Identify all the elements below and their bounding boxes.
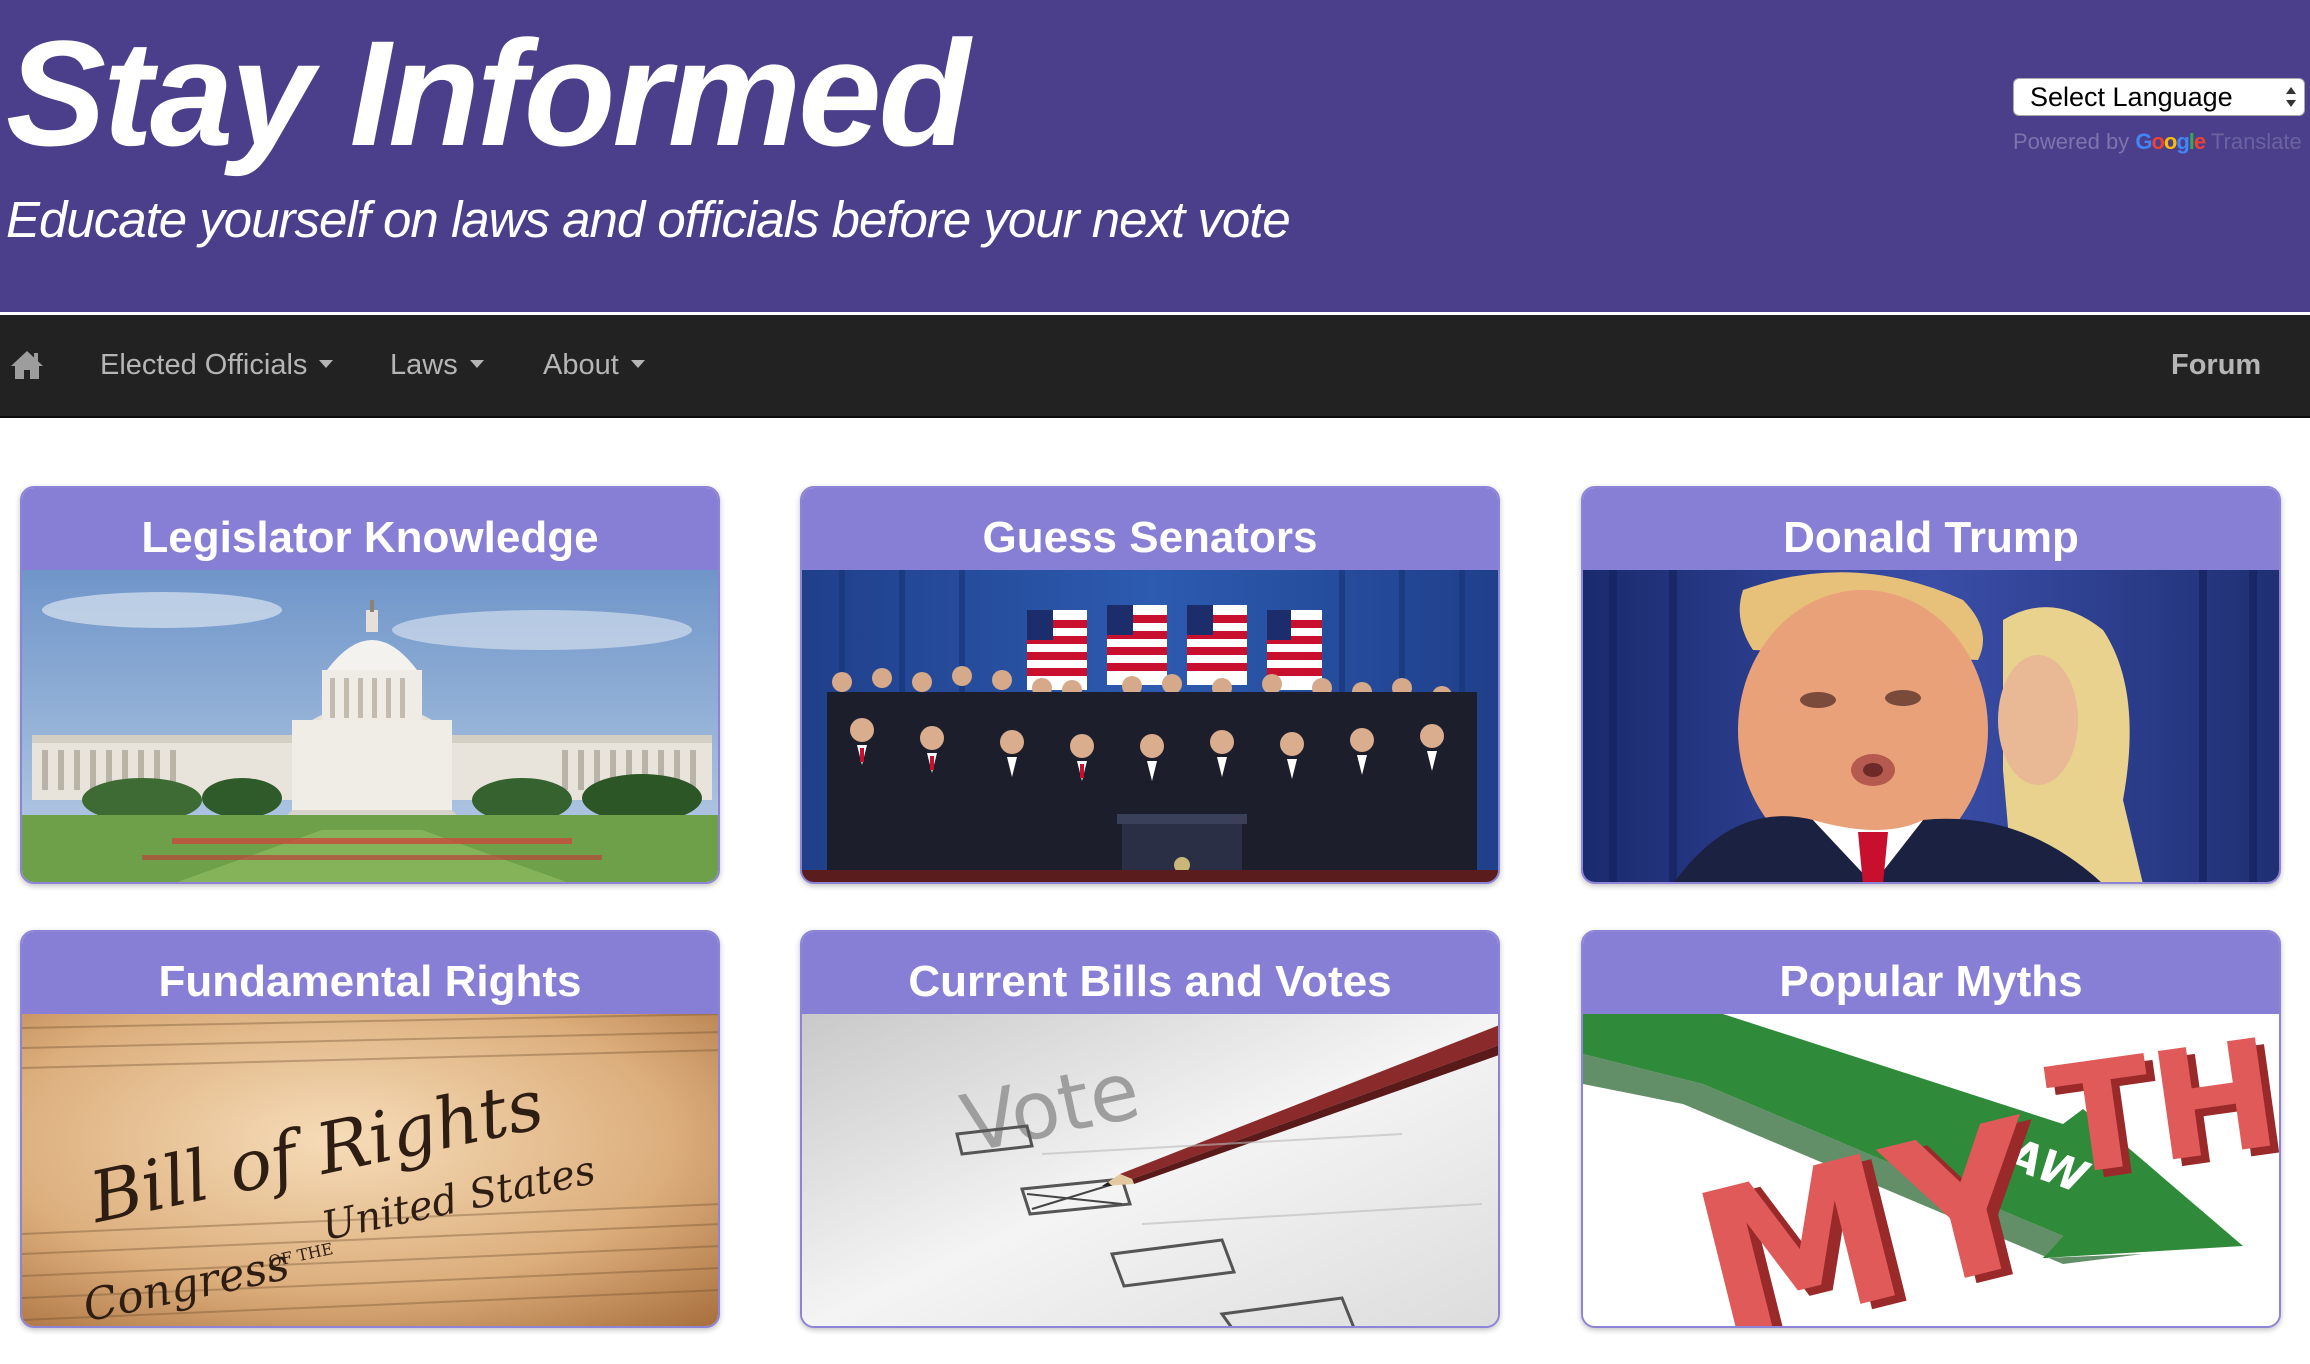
nav-laws[interactable]: Laws	[390, 315, 484, 415]
site-header: Stay Informed Educate yourself on laws a…	[0, 0, 2310, 312]
nav-about-label: About	[543, 349, 619, 381]
capitol-building-image	[22, 570, 718, 882]
card-guess-senators[interactable]: Guess Senators	[800, 486, 1500, 884]
caret-down-icon	[469, 360, 484, 369]
senators-group-photo-image	[802, 570, 1498, 882]
site-tagline: Educate yourself on laws and officials b…	[6, 191, 1291, 248]
card-title: Current Bills and Votes	[802, 932, 1498, 1014]
card-current-bills-and-votes[interactable]: Current Bills and Votes Vote	[800, 930, 1500, 1328]
myth-letters-th: TH	[2039, 1014, 2279, 1211]
bill-of-rights-image: Bill of Rights Congress United States OF…	[22, 1014, 718, 1326]
caret-down-icon	[319, 360, 334, 369]
nav-forum[interactable]: Forum	[2171, 315, 2261, 415]
home-icon[interactable]	[10, 349, 44, 381]
card-title: Legislator Knowledge	[22, 488, 718, 570]
nav-about[interactable]: About	[543, 315, 645, 415]
card-popular-myths[interactable]: Popular Myths LAW MY MY TH TH	[1581, 930, 2281, 1328]
google-logo: Google	[2135, 129, 2206, 154]
select-arrows-icon	[2286, 87, 2296, 107]
translate-label: Translate	[2210, 129, 2302, 154]
nav-laws-label: Laws	[390, 349, 458, 381]
card-title: Guess Senators	[802, 488, 1498, 570]
language-select-value: Select Language	[2030, 82, 2233, 112]
powered-by-google-translate[interactable]: Powered by Google Translate	[2013, 128, 2302, 156]
nav-elected-officials-label: Elected Officials	[100, 349, 308, 381]
card-legislator-knowledge[interactable]: Legislator Knowledge	[20, 486, 720, 884]
donald-trump-photo-image	[1583, 570, 2279, 882]
card-donald-trump[interactable]: Donald Trump	[1581, 486, 2281, 884]
nav-elected-officials[interactable]: Elected Officials	[100, 315, 334, 415]
card-title: Fundamental Rights	[22, 932, 718, 1014]
powered-by-label: Powered by	[2013, 129, 2130, 154]
ballot-vote-image: Vote	[802, 1014, 1498, 1326]
main-navbar: Elected Officials Laws About Forum	[0, 312, 2310, 418]
caret-down-icon	[630, 360, 645, 369]
language-select[interactable]: Select Language	[2013, 78, 2305, 116]
card-title: Popular Myths	[1583, 932, 2279, 1014]
card-fundamental-rights[interactable]: Fundamental Rights Bill of Rights Congre…	[20, 930, 720, 1328]
site-title: Stay Informed	[6, 9, 970, 177]
card-title: Donald Trump	[1583, 488, 2279, 570]
myth-law-arrow-image: LAW MY MY TH TH	[1583, 1014, 2279, 1326]
